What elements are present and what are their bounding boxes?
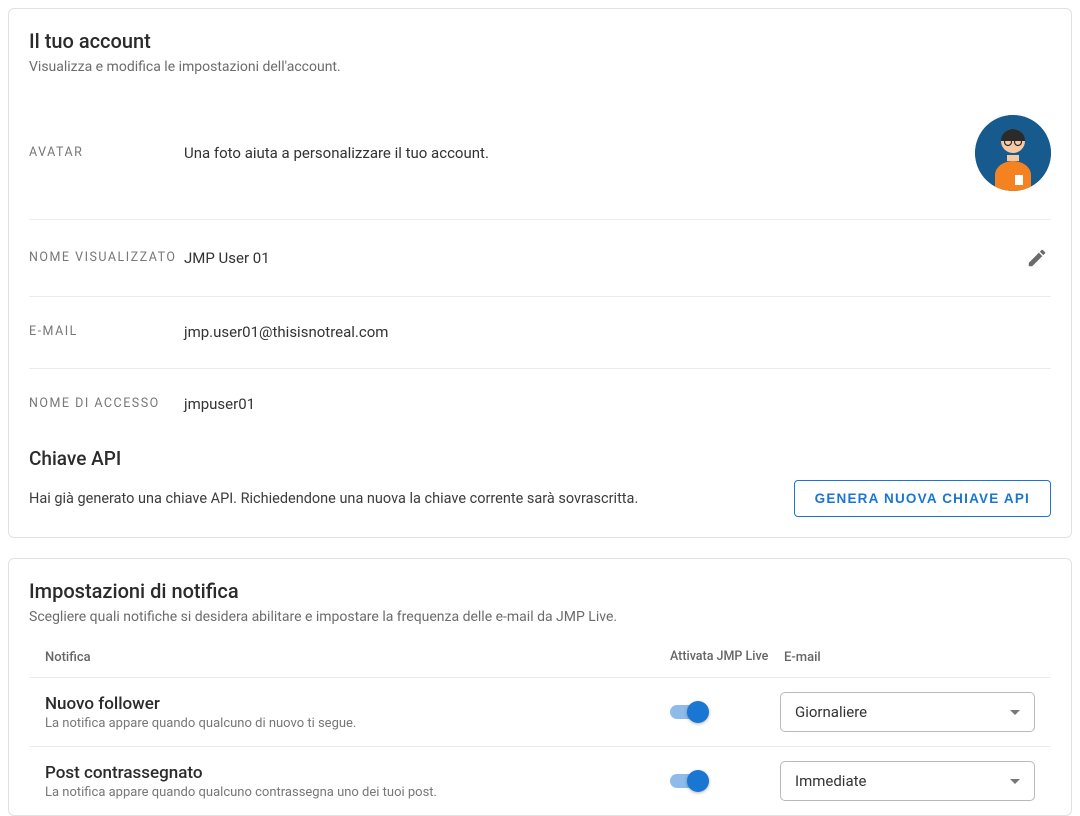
notification-frequency-value: Immediate [795,772,866,790]
notification-toggle[interactable] [670,774,706,788]
email-row: E-MAIL jmp.user01@thisisnotreal.com [29,297,1051,369]
avatar-row: AVATAR Una foto aiuta a personalizzare i… [29,103,1051,220]
edit-displayname-button[interactable] [1023,244,1051,272]
col-header-notification: Notifica [45,650,670,665]
displayname-label: NOME VISUALIZZATO [29,247,184,270]
chevron-down-icon [1010,710,1020,715]
notification-subtitle: La notifica appare quando qualcuno di nu… [45,716,670,731]
api-title: Chiave API [29,447,1051,470]
notification-title: Nuovo follower [45,694,670,714]
col-header-enabled: Attivata JMP Live [670,649,780,665]
login-label: NOME DI ACCESSO [29,393,184,416]
notification-row: Nuovo follower La notifica appare quando… [29,678,1051,747]
displayname-action [971,244,1051,272]
notification-toggle-cell [670,774,780,788]
pencil-icon [1026,247,1048,269]
notification-frequency-select[interactable]: Immediate [780,761,1035,801]
chevron-down-icon [1010,779,1020,784]
avatar-person-icon [975,115,1051,191]
avatar-desc: Una foto aiuta a personalizzare il tuo a… [184,144,971,162]
notification-frequency-value: Giornaliere [795,703,867,721]
login-value: jmpuser01 [184,395,1051,413]
notification-info: Nuovo follower La notifica appare quando… [45,694,670,731]
notifications-desc: Scegliere quali notifiche si desidera ab… [29,609,1051,625]
account-card: Il tuo account Visualizza e modifica le … [8,8,1072,538]
displayname-value: JMP User 01 [184,249,971,267]
account-desc: Visualizza e modifica le impostazioni de… [29,59,1051,75]
toggle-knob-icon [687,770,709,792]
generate-api-key-button[interactable]: GENERA NUOVA CHIAVE API [794,480,1051,517]
avatar-label: AVATAR [29,142,184,165]
notification-frequency-select[interactable]: Giornaliere [780,692,1035,732]
notification-row: Post contrassegnato La notifica appare q… [29,747,1051,815]
notification-info: Post contrassegnato La notifica appare q… [45,763,670,800]
toggle-knob-icon [687,701,709,723]
notifications-title: Impostazioni di notifica [29,579,1051,603]
email-value: jmp.user01@thisisnotreal.com [184,323,1051,341]
email-label: E-MAIL [29,321,184,344]
notification-frequency-cell: Giornaliere [780,692,1035,732]
notification-subtitle: La notifica appare quando qualcuno contr… [45,785,670,800]
notification-toggle[interactable] [670,705,706,719]
avatar-action [971,115,1051,191]
col-header-email: E-mail [780,650,1035,665]
avatar[interactable] [975,115,1051,191]
notification-frequency-cell: Immediate [780,761,1035,801]
account-title: Il tuo account [29,29,1051,53]
notification-title: Post contrassegnato [45,763,670,783]
displayname-row: NOME VISUALIZZATO JMP User 01 [29,220,1051,297]
api-row: Hai già generato una chiave API. Richied… [29,480,1051,517]
login-row: NOME DI ACCESSO jmpuser01 [29,369,1051,424]
notification-toggle-cell [670,705,780,719]
notifications-card: Impostazioni di notifica Scegliere quali… [8,558,1072,816]
api-desc: Hai già generato una chiave API. Richied… [29,490,638,507]
notifications-table-header: Notifica Attivata JMP Live E-mail [29,637,1051,678]
